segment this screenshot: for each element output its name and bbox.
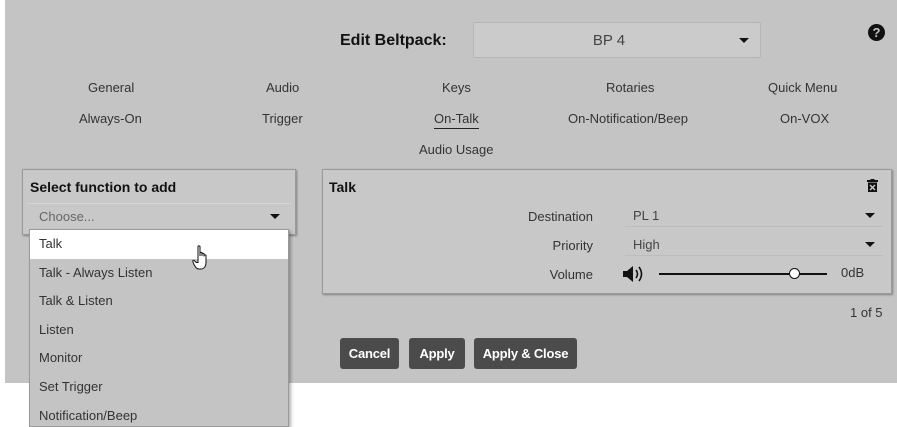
function-select-placeholder: Choose... (39, 209, 95, 224)
volume-slider-track[interactable] (659, 273, 827, 275)
beltpack-select[interactable]: BP 4 (473, 22, 761, 58)
function-select-dropdown[interactable]: Choose... (27, 203, 291, 227)
page-title: Edit Beltpack: (340, 32, 447, 49)
tab-quick-menu[interactable]: Quick Menu (768, 80, 837, 95)
destination-label: Destination (527, 209, 593, 224)
tab-on-vox[interactable]: On-VOX (780, 111, 829, 126)
chevron-down-icon (739, 38, 749, 43)
tab-on-talk[interactable]: On-Talk (434, 111, 479, 129)
priority-label: Priority (552, 238, 593, 253)
function-selector-header: Select function to add (30, 179, 177, 195)
chevron-down-icon (270, 214, 280, 219)
trash-icon[interactable] (867, 179, 878, 192)
tab-audio[interactable]: Audio (266, 80, 299, 95)
apply-button[interactable]: Apply (409, 338, 465, 369)
tab-trigger[interactable]: Trigger (262, 111, 303, 126)
chevron-down-icon (865, 242, 875, 247)
volume-slider-handle[interactable] (789, 268, 800, 279)
tab-general[interactable]: General (88, 80, 134, 95)
dropdown-option-notification-beep[interactable]: Notification/Beep (30, 402, 288, 427)
dropdown-option-talk[interactable]: Talk (30, 230, 288, 259)
hand-pointer-icon (192, 245, 207, 270)
pagination-indicator: 1 of 5 (850, 305, 883, 320)
tab-on-notification-beep[interactable]: On-Notification/Beep (568, 111, 688, 126)
help-icon[interactable]: ? (868, 24, 885, 41)
apply-close-button[interactable]: Apply & Close (474, 338, 577, 369)
volume-label: Volume (549, 267, 593, 282)
priority-value: High (633, 237, 660, 252)
dropdown-option-talk-always-listen[interactable]: Talk - Always Listen (30, 259, 288, 288)
tab-always-on[interactable]: Always-On (79, 111, 142, 126)
cancel-button[interactable]: Cancel (340, 338, 399, 369)
chevron-down-icon (865, 213, 875, 218)
destination-value: PL 1 (633, 208, 660, 223)
dropdown-option-monitor[interactable]: Monitor (30, 344, 288, 373)
tab-audio-usage[interactable]: Audio Usage (419, 142, 493, 157)
tab-keys[interactable]: Keys (442, 80, 471, 95)
destination-select[interactable]: PL 1 (625, 203, 883, 227)
function-selector: Select function to add Choose... (22, 169, 296, 235)
beltpack-select-value: BP 4 (592, 32, 626, 49)
volume-value: 0dB (841, 265, 865, 280)
tab-rotaries[interactable]: Rotaries (606, 80, 654, 95)
talk-function-card: Talk Destination PL 1 Priority High Volu… (322, 169, 892, 294)
dropdown-option-set-trigger[interactable]: Set Trigger (30, 373, 288, 402)
speaker-icon[interactable] (622, 265, 648, 283)
talk-card-title: Talk (329, 179, 356, 195)
function-dropdown-list: Talk Talk - Always Listen Talk & Listen … (29, 229, 289, 427)
dropdown-option-listen[interactable]: Listen (30, 316, 288, 345)
dropdown-option-talk-listen[interactable]: Talk & Listen (30, 287, 288, 316)
priority-select[interactable]: High (625, 232, 883, 256)
